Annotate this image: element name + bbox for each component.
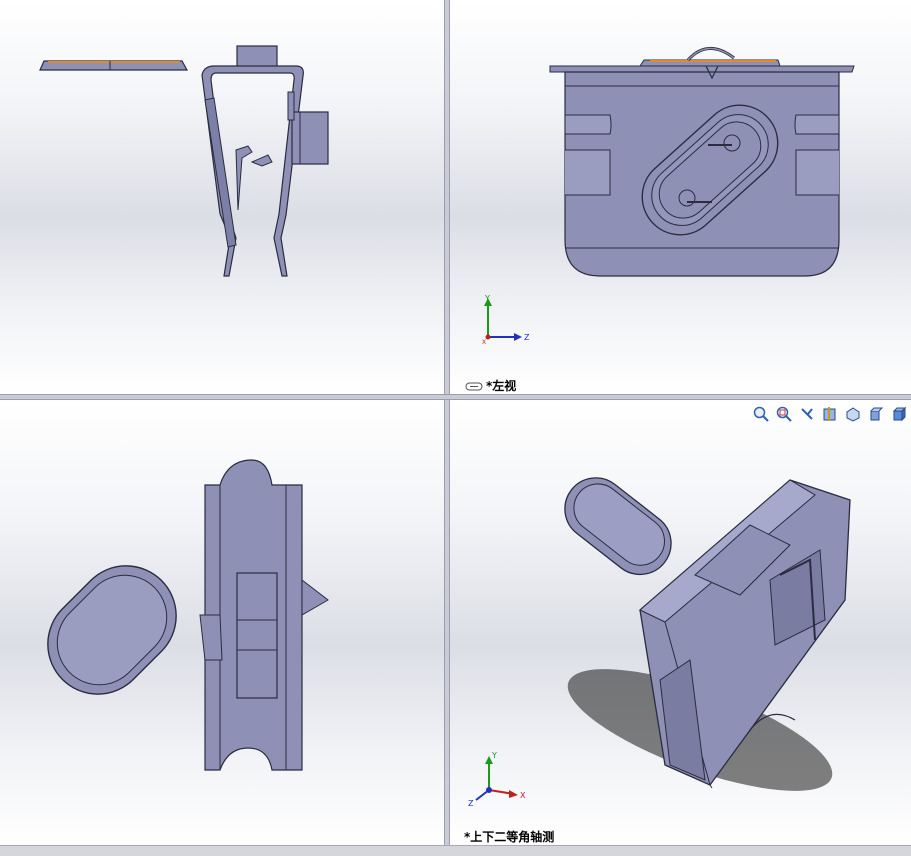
horizontal-splitter[interactable] [0,394,911,400]
view-label-isometric: *上下二等角轴测 [464,830,555,844]
view-label-left: *左视 [486,379,517,393]
triad-x-label: X [520,791,526,800]
triad-x-label: X [482,339,486,346]
vertical-splitter[interactable] [444,0,450,845]
triad-y-label: Y [484,294,490,303]
viewport-top-right[interactable]: Y Z X *左视 [450,0,911,394]
viewport-top-left[interactable] [0,0,444,394]
coordinate-triad: Y Z X [482,294,530,346]
triad-y-label: Y [491,751,497,760]
triad-z-label: Z [524,333,530,342]
model-front-view[interactable] [0,0,444,394]
coordinate-triad: Y X Z [468,751,526,806]
model-top-view[interactable] [0,400,444,845]
viewport-bottom-left[interactable] [0,400,444,845]
triad-z-label: Z [468,799,474,806]
status-bar [0,845,911,856]
link-views-icon[interactable] [465,381,483,391]
viewport-bottom-right[interactable]: Y X Z *上下二等角轴测 [450,400,911,845]
